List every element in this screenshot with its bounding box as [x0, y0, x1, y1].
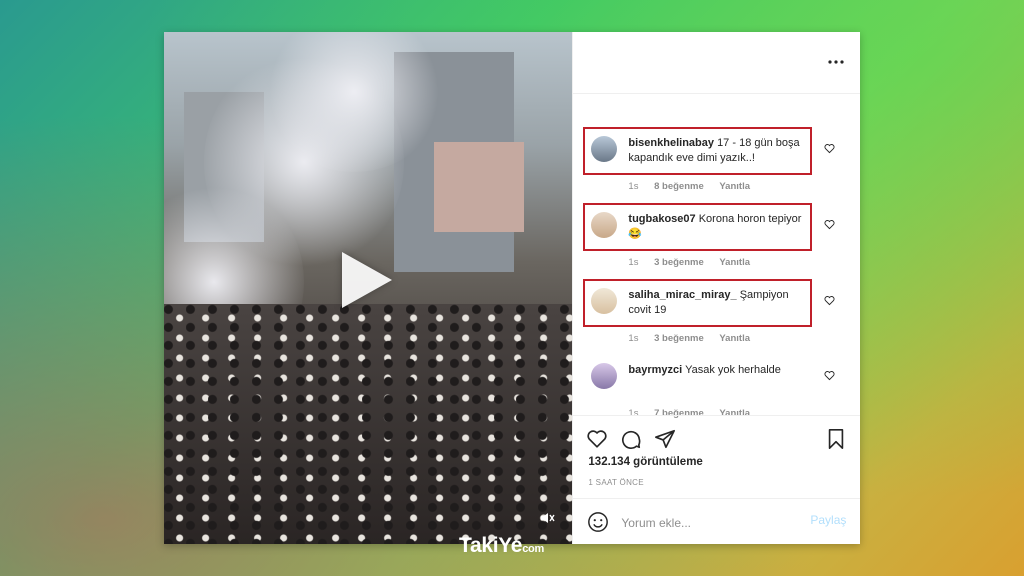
heart-icon[interactable] — [824, 370, 835, 381]
comment-text: bayrmyzci Yasak yok herhalde — [628, 363, 810, 378]
building — [434, 142, 524, 232]
comment-username[interactable]: saliha_mirac_miray_ — [628, 289, 736, 301]
comment-likes[interactable]: 3 beğenme — [654, 257, 704, 268]
reply-button[interactable]: Yanıtla — [719, 257, 750, 268]
comment-username[interactable]: bisenkhelinabay — [628, 137, 714, 149]
comment-text: bisenkhelinabay 17 - 18 gün boşa kapandı… — [628, 136, 810, 166]
comment-text: saliha_mirac_miray_ Şampiyon covit 19 — [628, 288, 810, 318]
logo-main: TakiYe — [459, 534, 523, 557]
mute-icon[interactable] — [539, 510, 555, 526]
comment-box — [583, 354, 812, 402]
play-icon[interactable] — [342, 252, 392, 308]
comment-likes[interactable]: 8 beğenme — [654, 181, 704, 192]
comment-username[interactable]: bayrmyzci — [628, 364, 682, 376]
comment-time: 1s — [628, 333, 639, 344]
post-header — [573, 32, 860, 94]
bookmark-icon[interactable] — [825, 428, 847, 450]
heart-icon[interactable] — [824, 219, 835, 230]
more-icon[interactable] — [826, 54, 846, 70]
video-player[interactable] — [164, 32, 573, 544]
comment-text: tugbakose07 Korona horon tepiyor 😂 — [628, 212, 810, 242]
crowd — [164, 304, 573, 544]
comment-meta: 1s 8 beğenme Yanıtla — [628, 181, 763, 192]
view-count[interactable]: 132.134 görüntüleme — [588, 456, 702, 468]
comment-likes[interactable]: 3 beğenme — [654, 333, 704, 344]
logo-suffix: com — [522, 543, 544, 555]
comment-time: 1s — [628, 257, 639, 268]
site-logo: TakiYecom — [459, 534, 544, 558]
reply-button[interactable]: Yanıtla — [719, 333, 750, 344]
comment-meta: 1s 3 beğenme Yanıtla — [628, 257, 763, 268]
add-comment-bar: Paylaş — [573, 498, 861, 545]
comment-time: 1s — [628, 181, 639, 192]
heart-icon[interactable] — [824, 143, 835, 154]
comments-list: bisenkhelinabay 17 - 18 gün boşa kapandı… — [573, 94, 860, 419]
share-icon[interactable] — [654, 428, 676, 450]
post-sidebar: bisenkhelinabay 17 - 18 gün boşa kapandı… — [572, 32, 861, 545]
comment-body: Yasak yok herhalde — [685, 364, 781, 376]
emoji-icon[interactable] — [587, 511, 609, 533]
instagram-post: bisenkhelinabay 17 - 18 gün boşa kapandı… — [164, 32, 861, 545]
heart-icon[interactable] — [586, 428, 608, 450]
comment-icon[interactable] — [620, 428, 642, 450]
reply-button[interactable]: Yanıtla — [719, 181, 750, 192]
post-comment-button[interactable]: Paylaş — [810, 513, 846, 527]
comment-meta: 1s 3 beğenme Yanıtla — [628, 333, 763, 344]
post-time: 1 SAAT ÖNCE — [588, 478, 644, 487]
heart-icon[interactable] — [824, 295, 835, 306]
comment-username[interactable]: tugbakose07 — [628, 213, 695, 225]
comment-input[interactable] — [619, 511, 804, 535]
